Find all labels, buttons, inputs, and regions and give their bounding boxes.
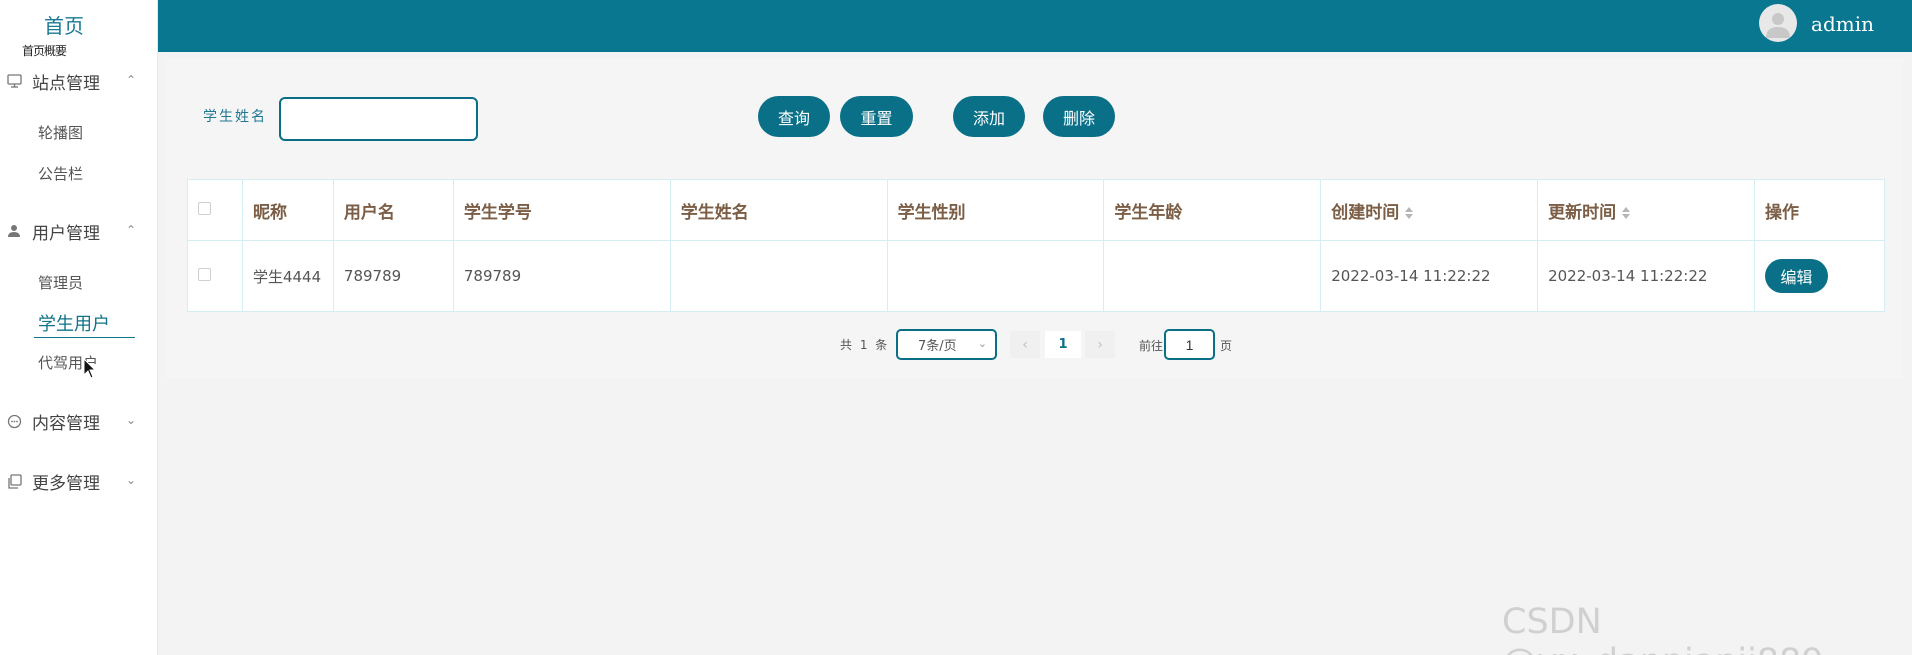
page-size-value: 7条/页 [918, 339, 957, 354]
sort-icon[interactable] [1622, 206, 1631, 219]
column-header-created[interactable]: 创建时间 [1320, 179, 1539, 241]
column-header-label: 创建时间 [1331, 202, 1400, 223]
column-header: 学生性别 [886, 179, 1105, 241]
menu-group-label: 用户管理 [32, 223, 100, 244]
row-checkbox[interactable] [198, 268, 211, 281]
pagination-total: 共 1 条 [840, 338, 890, 352]
row-select-cell [187, 240, 243, 312]
chevron-left-icon: ‹ [1022, 336, 1028, 353]
next-page-button[interactable]: › [1085, 331, 1115, 358]
query-button[interactable]: 查询 [758, 96, 830, 137]
column-header: 学生学号 [452, 179, 671, 241]
menu-item-admin[interactable]: 管理员 [38, 272, 83, 293]
chevron-up-icon: ⌃ [125, 223, 136, 237]
search-label: 学生姓名 [203, 109, 267, 125]
cell-updated: 2022-03-14 11:22:22 [1537, 240, 1755, 312]
goto-page-input[interactable] [1164, 329, 1215, 360]
cell-action: 编辑 [1753, 240, 1886, 312]
column-header-updated[interactable]: 更新时间 [1537, 179, 1755, 241]
chevron-down-icon: ⌄ [977, 337, 987, 350]
column-header: 学生年龄 [1103, 179, 1322, 241]
cell-age [1103, 240, 1322, 312]
column-header: 学生姓名 [669, 179, 888, 241]
sort-icon[interactable] [1405, 206, 1414, 219]
student-name-input[interactable] [279, 97, 478, 141]
monitor-icon [6, 73, 22, 89]
cell-username: 789789 [332, 240, 454, 312]
copy-icon [6, 473, 22, 489]
cell-student-no: 789789 [452, 240, 671, 312]
main-panel: 学生姓名 查询 重置 添加 删除 昵称 用户名 学生学号 学生姓名 学生性别 学… [165, 58, 1903, 378]
menu-group-users[interactable]: 用户管理 ⌃ [0, 216, 158, 246]
menu-group-label: 站点管理 [32, 73, 100, 94]
cell-student-name [669, 240, 888, 312]
avatar[interactable] [1759, 4, 1797, 42]
menu-item-notice[interactable]: 公告栏 [38, 163, 83, 184]
page-number-current[interactable]: 1 [1045, 331, 1081, 358]
active-indicator [34, 337, 135, 338]
column-header-label: 更新时间 [1548, 202, 1617, 223]
username[interactable]: admin [1811, 12, 1874, 36]
chevron-up-icon: ⌃ [125, 73, 136, 87]
column-header: 操作 [1753, 179, 1886, 241]
add-button[interactable]: 添加 [953, 96, 1025, 137]
mouse-pointer-icon [83, 358, 97, 379]
prev-page-button[interactable]: ‹ [1010, 331, 1040, 358]
edit-button[interactable]: 编辑 [1764, 259, 1828, 293]
cell-nickname: 学生4444 [241, 240, 334, 312]
cell-gender [886, 240, 1105, 312]
goto-label: 前往 [1139, 339, 1164, 353]
column-header: 用户名 [332, 179, 454, 241]
menu-group-label: 更多管理 [32, 473, 100, 494]
menu-group-label: 内容管理 [32, 413, 100, 434]
cell-created: 2022-03-14 11:22:22 [1320, 240, 1539, 312]
table-row: 学生4444 789789 789789 2022-03-14 11:22:22… [187, 240, 1886, 312]
select-all-checkbox[interactable] [198, 202, 211, 215]
chat-icon [6, 413, 22, 429]
sidebar: 首页 首页概要 站点管理 ⌃ 轮播图 公告栏 用户管理 ⌃ 管理员 学生用户 代… [0, 0, 158, 655]
column-header: 昵称 [241, 179, 334, 241]
chevron-down-icon: ⌄ [125, 473, 136, 487]
delete-button[interactable]: 删除 [1043, 96, 1115, 137]
page-size-select[interactable]: 7条/页 ⌄ [896, 329, 997, 360]
menu-item-student-users[interactable]: 学生用户 [38, 310, 110, 336]
watermark: CSDN @vx_danpianji889 [1502, 602, 1824, 655]
user-icon [6, 223, 22, 239]
menu-group-more[interactable]: 更多管理 ⌄ [0, 466, 158, 496]
home-caption: 首页概要 [22, 44, 67, 58]
menu-item-carousel[interactable]: 轮播图 [38, 122, 83, 143]
menu-group-site[interactable]: 站点管理 ⌃ [0, 66, 158, 96]
chevron-down-icon: ⌄ [125, 413, 136, 427]
home-link[interactable]: 首页 [44, 10, 84, 39]
goto-unit: 页 [1220, 339, 1233, 353]
table-header-row: 昵称 用户名 学生学号 学生姓名 学生性别 学生年龄 创建时间 更新时间 操作 [187, 179, 1886, 241]
select-all-cell [187, 179, 243, 241]
data-table: 昵称 用户名 学生学号 学生姓名 学生性别 学生年龄 创建时间 更新时间 操作 … [187, 179, 1886, 312]
menu-group-content[interactable]: 内容管理 ⌄ [0, 406, 158, 436]
top-header: admin [158, 0, 1912, 52]
chevron-right-icon: › [1097, 336, 1103, 353]
reset-button[interactable]: 重置 [840, 96, 913, 137]
